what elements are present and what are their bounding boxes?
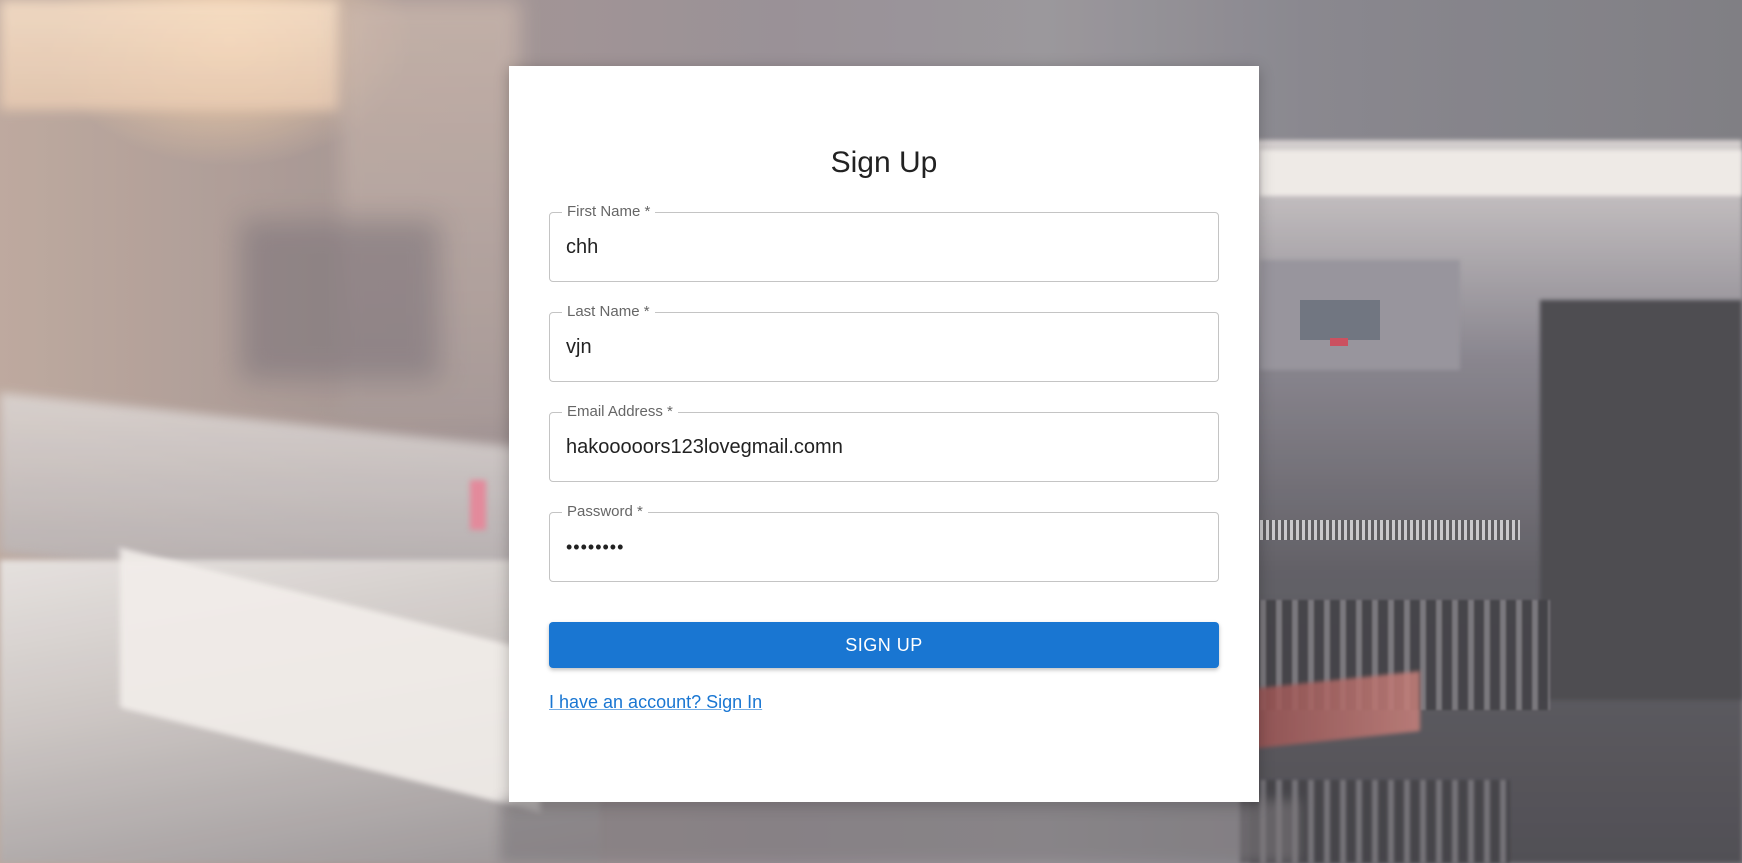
signup-button[interactable]: SIGN UP — [549, 622, 1219, 668]
signin-link[interactable]: I have an account? Sign In — [549, 692, 762, 713]
signup-card: Sign Up First Name * Last Name * Email A… — [509, 66, 1259, 802]
page: Sign Up First Name * Last Name * Email A… — [0, 0, 1742, 863]
email-input[interactable] — [566, 413, 1202, 481]
email-field[interactable]: Email Address * — [549, 402, 1219, 482]
first-name-field[interactable]: First Name * — [549, 202, 1219, 282]
password-input[interactable] — [566, 513, 1202, 581]
page-title: Sign Up — [830, 146, 938, 179]
password-field[interactable]: Password * — [549, 502, 1219, 582]
last-name-field[interactable]: Last Name * — [549, 302, 1219, 382]
first-name-input[interactable] — [566, 213, 1202, 281]
last-name-input[interactable] — [566, 313, 1202, 381]
